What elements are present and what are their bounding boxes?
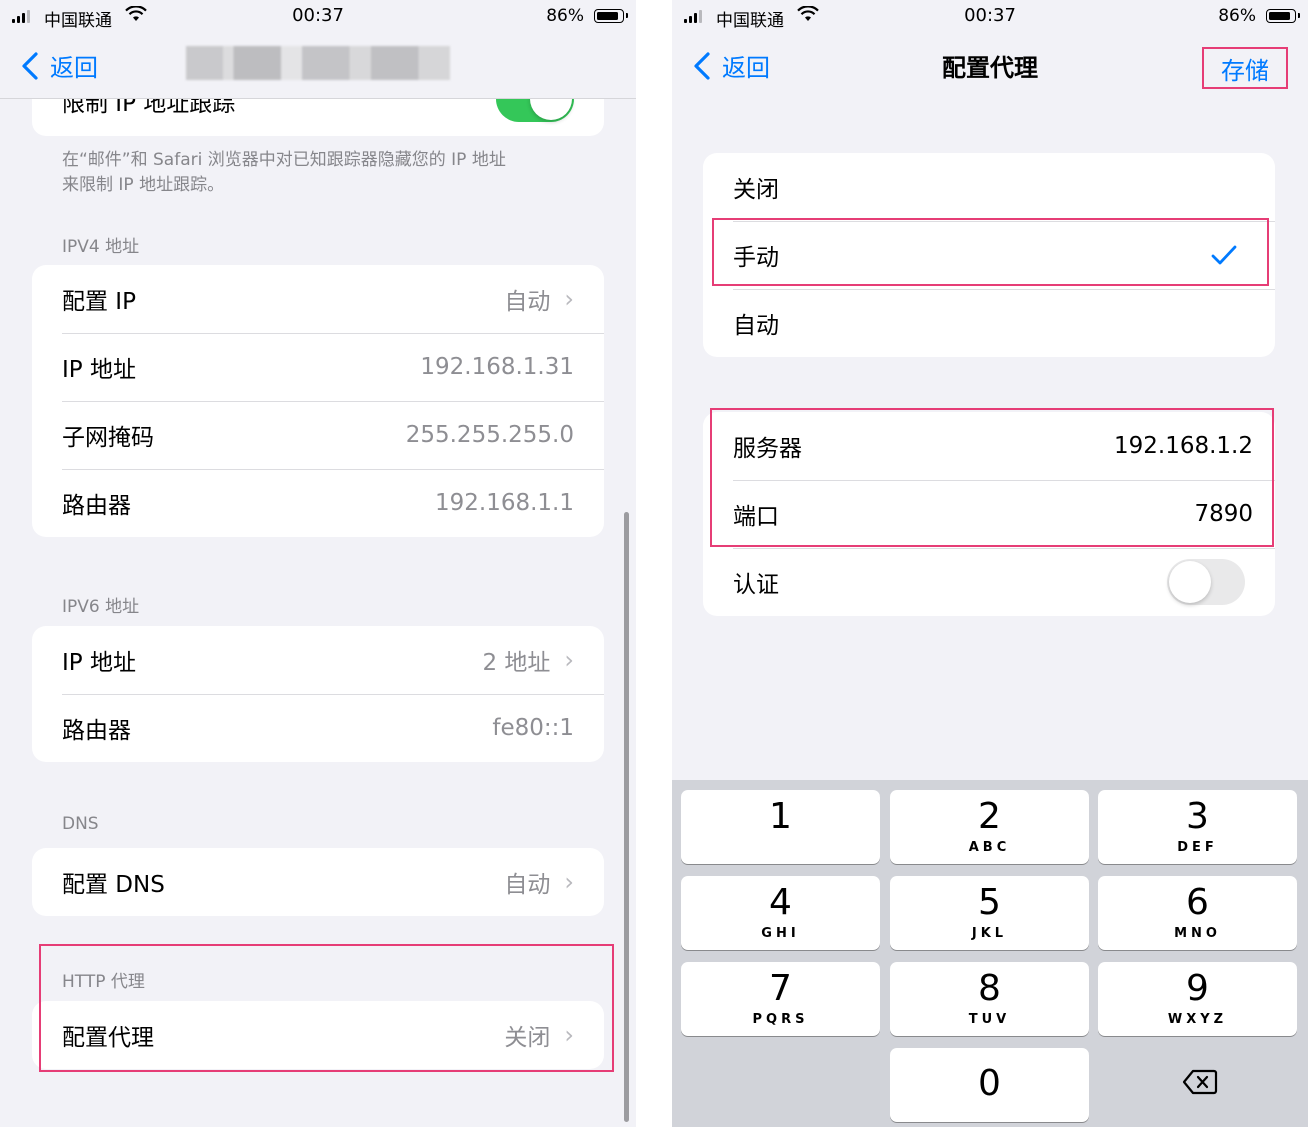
configure-dns-row[interactable]: 配置 DNS 自动 › (32, 848, 604, 916)
router-row: 路由器 192.168.1.1 (32, 469, 604, 537)
delete-key[interactable] (1098, 1048, 1297, 1122)
key-letters: PQRS (752, 1012, 809, 1027)
manual-highlight-box (712, 218, 1269, 286)
ipv4-card: 配置 IP 自动 › IP 地址 192.168.1.31 子网掩码 255.2… (32, 265, 604, 537)
battery-percentage: 86% (546, 6, 584, 26)
nav-bar-overlay: 返回 (0, 34, 636, 98)
proxy-mode-off[interactable]: 关闭 (703, 153, 1275, 221)
row-label: 配置 DNS (62, 872, 165, 898)
key-digit: 3 (1186, 796, 1209, 837)
key-3[interactable]: 3 DEF (1098, 790, 1297, 864)
note-line-2: 来限制 IP 地址跟踪。 (62, 175, 225, 195)
key-digit: 1 (769, 796, 792, 837)
key-9[interactable]: 9 WXYZ (1098, 962, 1297, 1036)
chevron-right-icon: › (564, 285, 574, 313)
key-digit: 5 (978, 882, 1001, 923)
dns-card: 配置 DNS 自动 › (32, 848, 604, 916)
limit-ip-tracking-note: 在“邮件”和 Safari 浏览器中对已知跟踪器隐藏您的 IP 地址 来限制 I… (62, 148, 506, 198)
battery-icon (1266, 9, 1300, 23)
ipv6-card: IP 地址 2 地址 › 路由器 fe80::1 (32, 626, 604, 762)
row-label: IP 地址 (62, 357, 136, 383)
status-bar: 中国联通 00:37 86% (0, 0, 636, 34)
row-value: 自动 (504, 289, 551, 315)
key-digit: 9 (1186, 968, 1209, 1009)
key-digit: 8 (978, 968, 1001, 1009)
configure-proxy-screen: 中国联通 00:37 86% 返回 配置代理 存储 关闭 手动 自动 服务器 1… (672, 0, 1308, 1127)
ipv4-section-header: IPV4 地址 (62, 237, 140, 257)
server-port-highlight-box (710, 408, 1274, 547)
option-label: 关闭 (733, 177, 779, 203)
key-6[interactable]: 6 MNO (1098, 876, 1297, 950)
row-value: 2 地址 (482, 650, 551, 676)
clock: 00:37 (964, 5, 1016, 26)
row-value: fe80::1 (492, 715, 574, 741)
key-digit: 2 (978, 796, 1001, 837)
row-value: 192.168.1.31 (420, 354, 574, 380)
back-label: 返回 (50, 54, 98, 82)
row-label: 路由器 (62, 493, 131, 519)
numeric-keypad: 1 2 ABC 3 DEF 4 GHI 5 JKL 6 MNO 7 PQRS 8 TUV 9 W… (672, 780, 1308, 1127)
network-detail-screen: 中国联通 00:37 86% 返回 限制 IP 地址跟踪 返回 在“邮件”和 S… (0, 0, 636, 1127)
authentication-toggle[interactable] (1167, 559, 1245, 605)
row-label: IP 地址 (62, 650, 136, 676)
key-5[interactable]: 5 JKL (890, 876, 1089, 950)
http-proxy-highlight-box (39, 944, 614, 1072)
ipv6-address-row[interactable]: IP 地址 2 地址 › (32, 626, 604, 694)
key-letters: TUV (968, 1012, 1011, 1027)
dns-section-header: DNS (62, 814, 99, 834)
ipv6-router-row: 路由器 fe80::1 (32, 694, 604, 762)
key-letters: GHI (761, 926, 800, 941)
row-label: 子网掩码 (62, 425, 154, 451)
key-letters: DEF (1177, 840, 1218, 855)
ipv6-section-header: IPV6 地址 (62, 597, 140, 617)
key-letters: MNO (1174, 926, 1221, 941)
key-digit: 0 (978, 1063, 1001, 1104)
row-value: 192.168.1.1 (435, 490, 574, 516)
battery-percentage: 86% (1218, 6, 1256, 26)
proxy-mode-auto[interactable]: 自动 (703, 289, 1275, 357)
key-4[interactable]: 4 GHI (681, 876, 880, 950)
chevron-right-icon: › (564, 646, 574, 674)
key-8[interactable]: 8 TUV (890, 962, 1089, 1036)
authentication-row: 认证 (703, 548, 1275, 616)
nav-bar: 返回 配置代理 存储 (672, 34, 1308, 98)
chevron-left-icon (22, 51, 38, 80)
row-label: 配置 IP (62, 289, 136, 315)
key-digit: 4 (769, 882, 792, 923)
redacted-network-name (186, 46, 450, 80)
row-value: 自动 (504, 872, 551, 898)
key-2[interactable]: 2 ABC (890, 790, 1089, 864)
status-bar: 中国联通 00:37 86% (672, 0, 1308, 34)
key-0[interactable]: 0 (890, 1048, 1089, 1122)
scrollbar[interactable] (624, 512, 629, 1122)
key-7[interactable]: 7 PQRS (681, 962, 880, 1036)
key-digit: 6 (1186, 882, 1209, 923)
key-digit: 7 (769, 968, 792, 1009)
delete-backspace-icon (1182, 1069, 1218, 1095)
subnet-mask-row: 子网掩码 255.255.255.0 (32, 401, 604, 469)
save-button[interactable]: 存储 (1202, 47, 1288, 89)
key-letters: JKL (971, 926, 1008, 941)
note-line-1: 在“邮件”和 Safari 浏览器中对已知跟踪器隐藏您的 IP 地址 (62, 150, 506, 170)
chevron-right-icon: › (564, 868, 574, 896)
ip-address-row: IP 地址 192.168.1.31 (32, 333, 604, 401)
key-1[interactable]: 1 (681, 790, 880, 864)
toggle-knob (1169, 561, 1211, 603)
battery-icon (594, 9, 628, 23)
back-button[interactable]: 返回 (20, 48, 98, 83)
clock: 00:37 (292, 5, 344, 26)
option-label: 自动 (733, 313, 779, 339)
row-value: 255.255.255.0 (405, 422, 574, 448)
row-label: 路由器 (62, 718, 131, 744)
key-letters: WXYZ (1167, 1012, 1228, 1027)
key-letters: ABC (968, 840, 1011, 855)
configure-ip-row[interactable]: 配置 IP 自动 › (32, 265, 604, 333)
row-label: 认证 (733, 572, 779, 598)
